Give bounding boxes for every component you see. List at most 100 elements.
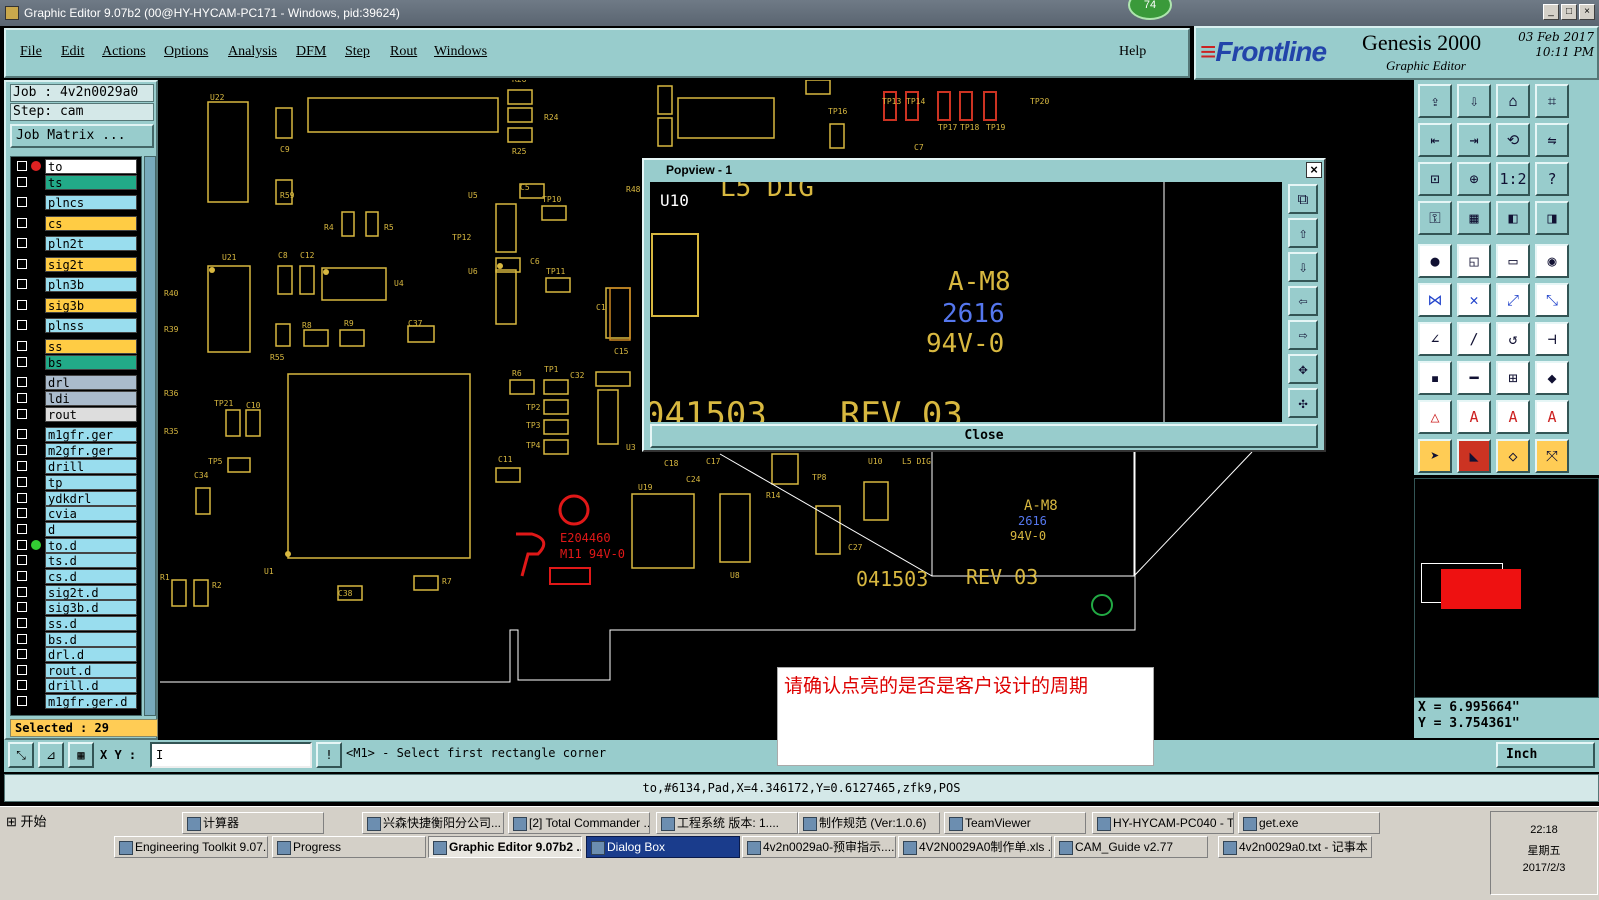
undo-icon[interactable]: ⟲ [1496, 123, 1530, 157]
layer-row[interactable]: bs.d [13, 632, 141, 647]
alert-icon[interactable]: ! [316, 742, 342, 768]
layer-checkbox[interactable] [17, 571, 27, 581]
taskbar-item[interactable]: 4v2n0029a0.txt - 记事本 [1218, 836, 1372, 858]
layer-checkbox[interactable] [17, 409, 27, 419]
point-icon[interactable]: ▪ [1418, 361, 1452, 395]
layer-row[interactable]: drl.d [13, 647, 141, 662]
taskbar-item[interactable]: TeamViewer [944, 812, 1086, 834]
ratio-icon[interactable]: 1:2 [1496, 162, 1530, 196]
layer-row[interactable]: rout [13, 407, 141, 422]
slash-icon[interactable]: ∕ [1457, 322, 1491, 356]
units-selector[interactable]: Inch [1496, 742, 1595, 768]
menu-dfm[interactable]: DFM [296, 44, 326, 60]
layer-checkbox[interactable] [17, 161, 27, 171]
ruler-icon[interactable]: ▭ [1496, 244, 1530, 278]
layer-checkbox[interactable] [17, 461, 27, 471]
layer-row[interactable]: drill.d [13, 678, 141, 693]
snap-icon[interactable]: ⤡ [8, 742, 34, 768]
layer-row[interactable]: cs.d [13, 569, 141, 584]
layer-scrollbar[interactable] [144, 156, 156, 716]
layer-checkbox[interactable] [17, 524, 27, 534]
minimize-button[interactable]: _ [1543, 4, 1559, 20]
layers-b-icon[interactable]: ◨ [1535, 201, 1569, 235]
menu-file[interactable]: File [20, 44, 42, 60]
menu-options[interactable]: Options [164, 44, 208, 60]
out-icon[interactable]: ⇥ [1457, 123, 1491, 157]
layer-checkbox[interactable] [17, 357, 27, 367]
layer-row[interactable]: to.d [13, 538, 141, 553]
system-tray[interactable]: 22:18 星期五 2017/2/3 [1490, 811, 1598, 895]
frame-icon[interactable]: ⌗ [1535, 84, 1569, 118]
grid-icon[interactable]: ▦ [68, 742, 94, 768]
layer-checkbox[interactable] [17, 477, 27, 487]
layer-checkbox[interactable] [17, 540, 27, 550]
layer-row[interactable]: m1gfr.ger [13, 427, 141, 442]
layer-checkbox[interactable] [17, 493, 27, 503]
layer-row[interactable]: ss [13, 339, 141, 354]
move-icon[interactable]: ⊕ [1457, 162, 1491, 196]
dot-icon[interactable]: ◉ [1535, 244, 1569, 278]
join-icon[interactable]: ⊣ [1535, 322, 1569, 356]
layer-row[interactable]: drill [13, 459, 141, 474]
taskbar-item[interactable]: [2] Total Commander ... [508, 812, 650, 834]
menu-edit[interactable]: Edit [61, 44, 84, 60]
taskbar-item[interactable]: HY-HYCAM-PC040 - T... [1092, 812, 1234, 834]
layer-checkbox[interactable] [17, 680, 27, 690]
layer-checkbox[interactable] [17, 665, 27, 675]
popview-canvas[interactable]: U10 L5 DIG A-M8 2616 94V-0 041503 REV 03 [650, 182, 1282, 422]
measure-icon[interactable]: ⊿ [38, 742, 64, 768]
fit-icon[interactable]: ⊡ [1418, 162, 1452, 196]
layer-row[interactable]: d [13, 522, 141, 537]
help-icon[interactable]: ? [1535, 162, 1569, 196]
menu-step[interactable]: Step [345, 44, 370, 60]
line-a-icon[interactable]: ⤢ [1496, 283, 1530, 317]
layer-checkbox[interactable] [17, 555, 27, 565]
menu-windows[interactable]: Windows [434, 44, 487, 60]
layer-checkbox[interactable] [17, 377, 27, 387]
layer-row[interactable]: ts [13, 175, 141, 190]
close-window-button[interactable]: × [1579, 4, 1595, 20]
tools-icon[interactable]: ⚿ [1418, 201, 1452, 235]
layer-row[interactable]: ldi [13, 391, 141, 406]
taskbar-item[interactable]: CAM_Guide v2.77 [1054, 836, 1208, 858]
layer-row[interactable]: sig3b.d [13, 600, 141, 615]
layer-row[interactable]: tp [13, 475, 141, 490]
layer-row[interactable]: pln3b [13, 277, 141, 292]
house-icon[interactable]: ⌂ [1496, 84, 1530, 118]
taskbar-item[interactable]: 4V2N0029A0制作单.xls ... [898, 836, 1052, 858]
lasso-icon[interactable]: ◇ [1496, 439, 1530, 473]
layer-checkbox[interactable] [17, 279, 27, 289]
layer-checkbox[interactable] [17, 197, 27, 207]
zoom-home-icon[interactable]: ⧉ [1288, 184, 1318, 214]
taskbar-item[interactable]: get.exe [1238, 812, 1380, 834]
text-a-icon[interactable]: A [1457, 400, 1491, 434]
layer-row[interactable]: ydkdrl [13, 491, 141, 506]
taskbar-item[interactable]: Dialog Box [586, 836, 740, 858]
layer-row[interactable]: to [13, 159, 141, 174]
pointer-icon[interactable]: ◣ [1457, 439, 1491, 473]
layer-checkbox[interactable] [17, 177, 27, 187]
layer-row[interactable]: plncs [13, 195, 141, 210]
taskbar-item[interactable]: 制作规范 (Ver:1.0.6) [798, 812, 940, 834]
layer-checkbox[interactable] [17, 618, 27, 628]
taskbar-item[interactable]: 4v2n0029a0-预审指示.... [742, 836, 896, 858]
layer-row[interactable]: cs [13, 216, 141, 231]
in-icon[interactable]: ⇤ [1418, 123, 1452, 157]
overview-window[interactable] [1414, 478, 1599, 698]
split-icon[interactable]: ⤧ [1535, 439, 1569, 473]
layers-a-icon[interactable]: ◧ [1496, 201, 1530, 235]
rotate-icon[interactable]: ↺ [1496, 322, 1530, 356]
cross-icon[interactable]: ✕ [1457, 283, 1491, 317]
box-icon[interactable]: ⊞ [1496, 361, 1530, 395]
layer-checkbox[interactable] [17, 218, 27, 228]
layer-checkbox[interactable] [17, 259, 27, 269]
layer-checkbox[interactable] [17, 238, 27, 248]
layer-row[interactable]: rout.d [13, 663, 141, 678]
angle-icon[interactable]: ∠ [1418, 322, 1452, 356]
layer-row[interactable]: plnss [13, 318, 141, 333]
grid-icon[interactable]: ▦ [1457, 201, 1491, 235]
fill-icon[interactable]: ◆ [1535, 361, 1569, 395]
layer-checkbox[interactable] [17, 634, 27, 644]
layer-row[interactable]: cvia [13, 506, 141, 521]
layer-row[interactable]: sig2t.d [13, 585, 141, 600]
